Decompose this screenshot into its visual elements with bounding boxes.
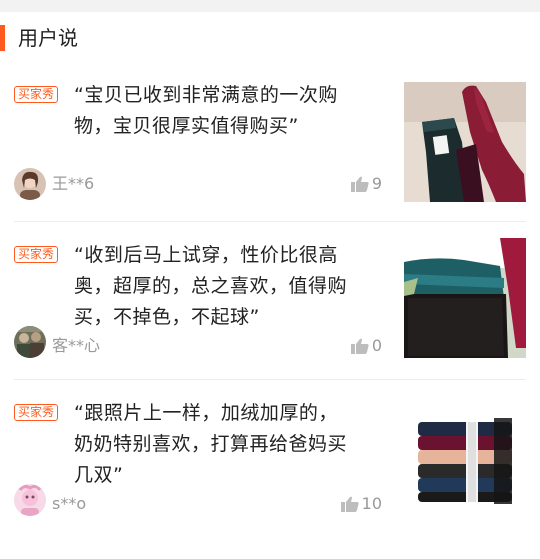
review-text-line: “跟照片上一样，加绒加厚的，	[74, 402, 338, 424]
like-count: 10	[361, 494, 382, 513]
like-count: 0	[371, 336, 382, 355]
avatar[interactable]	[14, 326, 46, 358]
section-accent-bar	[0, 25, 5, 51]
review-photo[interactable]	[404, 82, 526, 202]
review-text: “收到后马上试穿，性价比很高 奥，超厚的，总之喜欢，值得购 买，不掉色，不起球”	[74, 240, 382, 333]
socks-photo	[404, 238, 526, 358]
review-photo[interactable]	[404, 396, 526, 516]
like-count: 9	[371, 174, 382, 193]
review-item[interactable]: 买家秀 “跟照片上一样，加绒加厚的， 奶奶特别喜欢，打算再给爸妈买 几双” s*…	[0, 380, 540, 530]
thumbs-up-icon	[350, 176, 369, 192]
avatar-group-icon	[14, 326, 46, 358]
thumbs-up-icon	[350, 338, 369, 354]
section-title: 用户说	[18, 26, 78, 50]
avatar[interactable]	[14, 484, 46, 516]
reviewer-name: s**o	[52, 494, 87, 513]
review-item[interactable]: 买家秀 “收到后马上试穿，性价比很高 奥，超厚的，总之喜欢，值得购 买，不掉色，…	[0, 222, 540, 380]
review-text-line: 几双”	[74, 464, 124, 486]
reviewer-name: 王**6	[52, 174, 95, 193]
review-text-line: 买，不掉色，不起球”	[74, 306, 260, 328]
avatar-woman-icon	[14, 168, 46, 200]
review-text-line: 奶奶特别喜欢，打算再给爸妈买	[74, 433, 348, 455]
thumbs-up-icon	[340, 496, 359, 512]
buyer-show-badge: 买家秀	[14, 86, 59, 103]
buyer-show-badge: 买家秀	[14, 246, 59, 263]
socks-photo	[404, 396, 526, 516]
section-header: 用户说	[0, 12, 540, 64]
avatar[interactable]	[14, 168, 46, 200]
like-button[interactable]: 10	[340, 494, 382, 513]
socks-photo	[404, 82, 526, 202]
review-text-line: “宝贝已收到非常满意的一次购	[74, 84, 338, 106]
review-text-line: 奥，超厚的，总之喜欢，值得购	[74, 275, 348, 297]
review-text: “跟照片上一样，加绒加厚的， 奶奶特别喜欢，打算再给爸妈买 几双”	[74, 398, 382, 491]
buyer-show-badge: 买家秀	[14, 404, 59, 421]
top-spacer	[0, 0, 540, 12]
review-text: “宝贝已收到非常满意的一次购 物，宝贝很厚实值得购买”	[74, 80, 382, 142]
reviewer-name: 客**心	[52, 336, 101, 355]
like-button[interactable]: 9	[350, 174, 382, 193]
like-button[interactable]: 0	[350, 336, 382, 355]
avatar-pink-icon	[14, 484, 46, 516]
review-photo[interactable]	[404, 238, 526, 358]
review-item[interactable]: 买家秀 “宝贝已收到非常满意的一次购 物，宝贝很厚实值得购买” 王**6 9	[0, 64, 540, 222]
review-text-line: 物，宝贝很厚实值得购买”	[74, 115, 299, 137]
review-text-line: “收到后马上试穿，性价比很高	[74, 244, 338, 266]
